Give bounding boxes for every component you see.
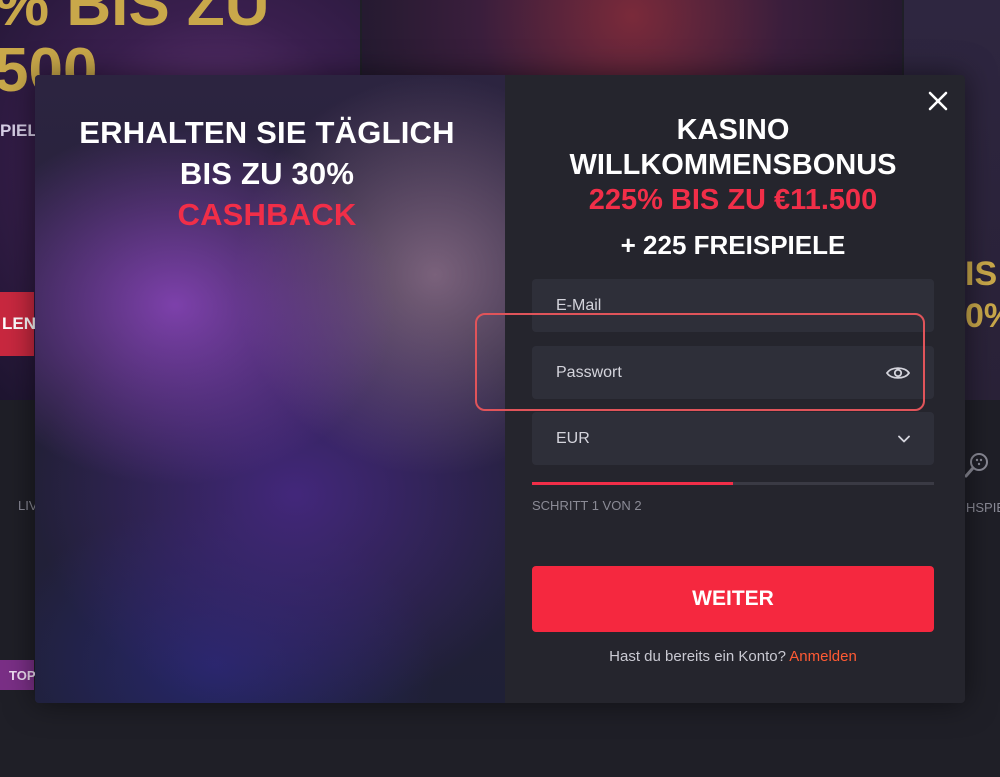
eye-icon bbox=[886, 366, 910, 379]
promo-line-1: ERHALTEN SIE TÄGLICH bbox=[79, 115, 455, 150]
background-fragment-text: IS bbox=[965, 255, 998, 293]
cashback-promo-title: ERHALTEN SIE TÄGLICH BIS ZU 30% CASHBACK bbox=[35, 112, 499, 235]
currency-value: EUR bbox=[556, 429, 590, 447]
background-fragment-text: 0% bbox=[965, 297, 1000, 335]
continue-button[interactable]: WEITER bbox=[532, 566, 934, 632]
currency-select-trailing bbox=[898, 435, 910, 443]
login-prompt: Hast du bereits ein Konto? Anmelden bbox=[532, 648, 934, 665]
login-prompt-text: Hast du bereits ein Konto? bbox=[609, 648, 786, 665]
bonus-line-1: KASINO bbox=[676, 114, 790, 146]
password-placeholder: Passwort bbox=[556, 363, 622, 381]
background-category-label: HSPIE bbox=[966, 500, 1000, 515]
bonus-line-2: WILLKOMMENSBONUS bbox=[569, 149, 897, 181]
cashback-promo-panel: ERHALTEN SIE TÄGLICH BIS ZU 30% CASHBACK bbox=[35, 75, 505, 703]
welcome-bonus-title: KASINO WILLKOMMENSBONUS 225% BIS ZU €11.… bbox=[532, 113, 934, 218]
background-fragment-text: PIEL bbox=[0, 121, 38, 140]
email-placeholder: E-Mail bbox=[556, 296, 602, 314]
currency-select[interactable]: EUR bbox=[532, 412, 934, 465]
login-link[interactable]: Anmelden bbox=[789, 648, 857, 665]
password-visibility-toggle[interactable] bbox=[886, 365, 910, 381]
free-spins-label: + 225 FREISPIELE bbox=[620, 230, 846, 260]
chevron-down-icon bbox=[898, 435, 910, 442]
bonus-amount: 225% BIS ZU €11.500 bbox=[588, 184, 878, 216]
registration-modal: ERHALTEN SIE TÄGLICH BIS ZU 30% CASHBACK… bbox=[35, 75, 965, 703]
promo-line-2: BIS ZU 30% bbox=[179, 156, 355, 191]
password-field[interactable]: Passwort bbox=[532, 346, 934, 399]
step-indicator: SCHRITT 1 VON 2 bbox=[532, 498, 642, 513]
background-headline-line1: % BIS ZU bbox=[0, 0, 270, 39]
table-tennis-icon bbox=[964, 453, 988, 478]
background-banner-button[interactable]: LEN bbox=[0, 292, 36, 356]
email-field[interactable]: E-Mail bbox=[532, 279, 934, 332]
registration-form-panel: KASINO WILLKOMMENSBONUS 225% BIS ZU €11.… bbox=[532, 75, 934, 703]
promo-accent: CASHBACK bbox=[177, 197, 357, 232]
background-banner-middle bbox=[362, 0, 902, 80]
step-progress-bar bbox=[532, 482, 934, 485]
background-top-badge: TOP bbox=[0, 660, 36, 690]
step-progress-fill bbox=[532, 482, 733, 485]
